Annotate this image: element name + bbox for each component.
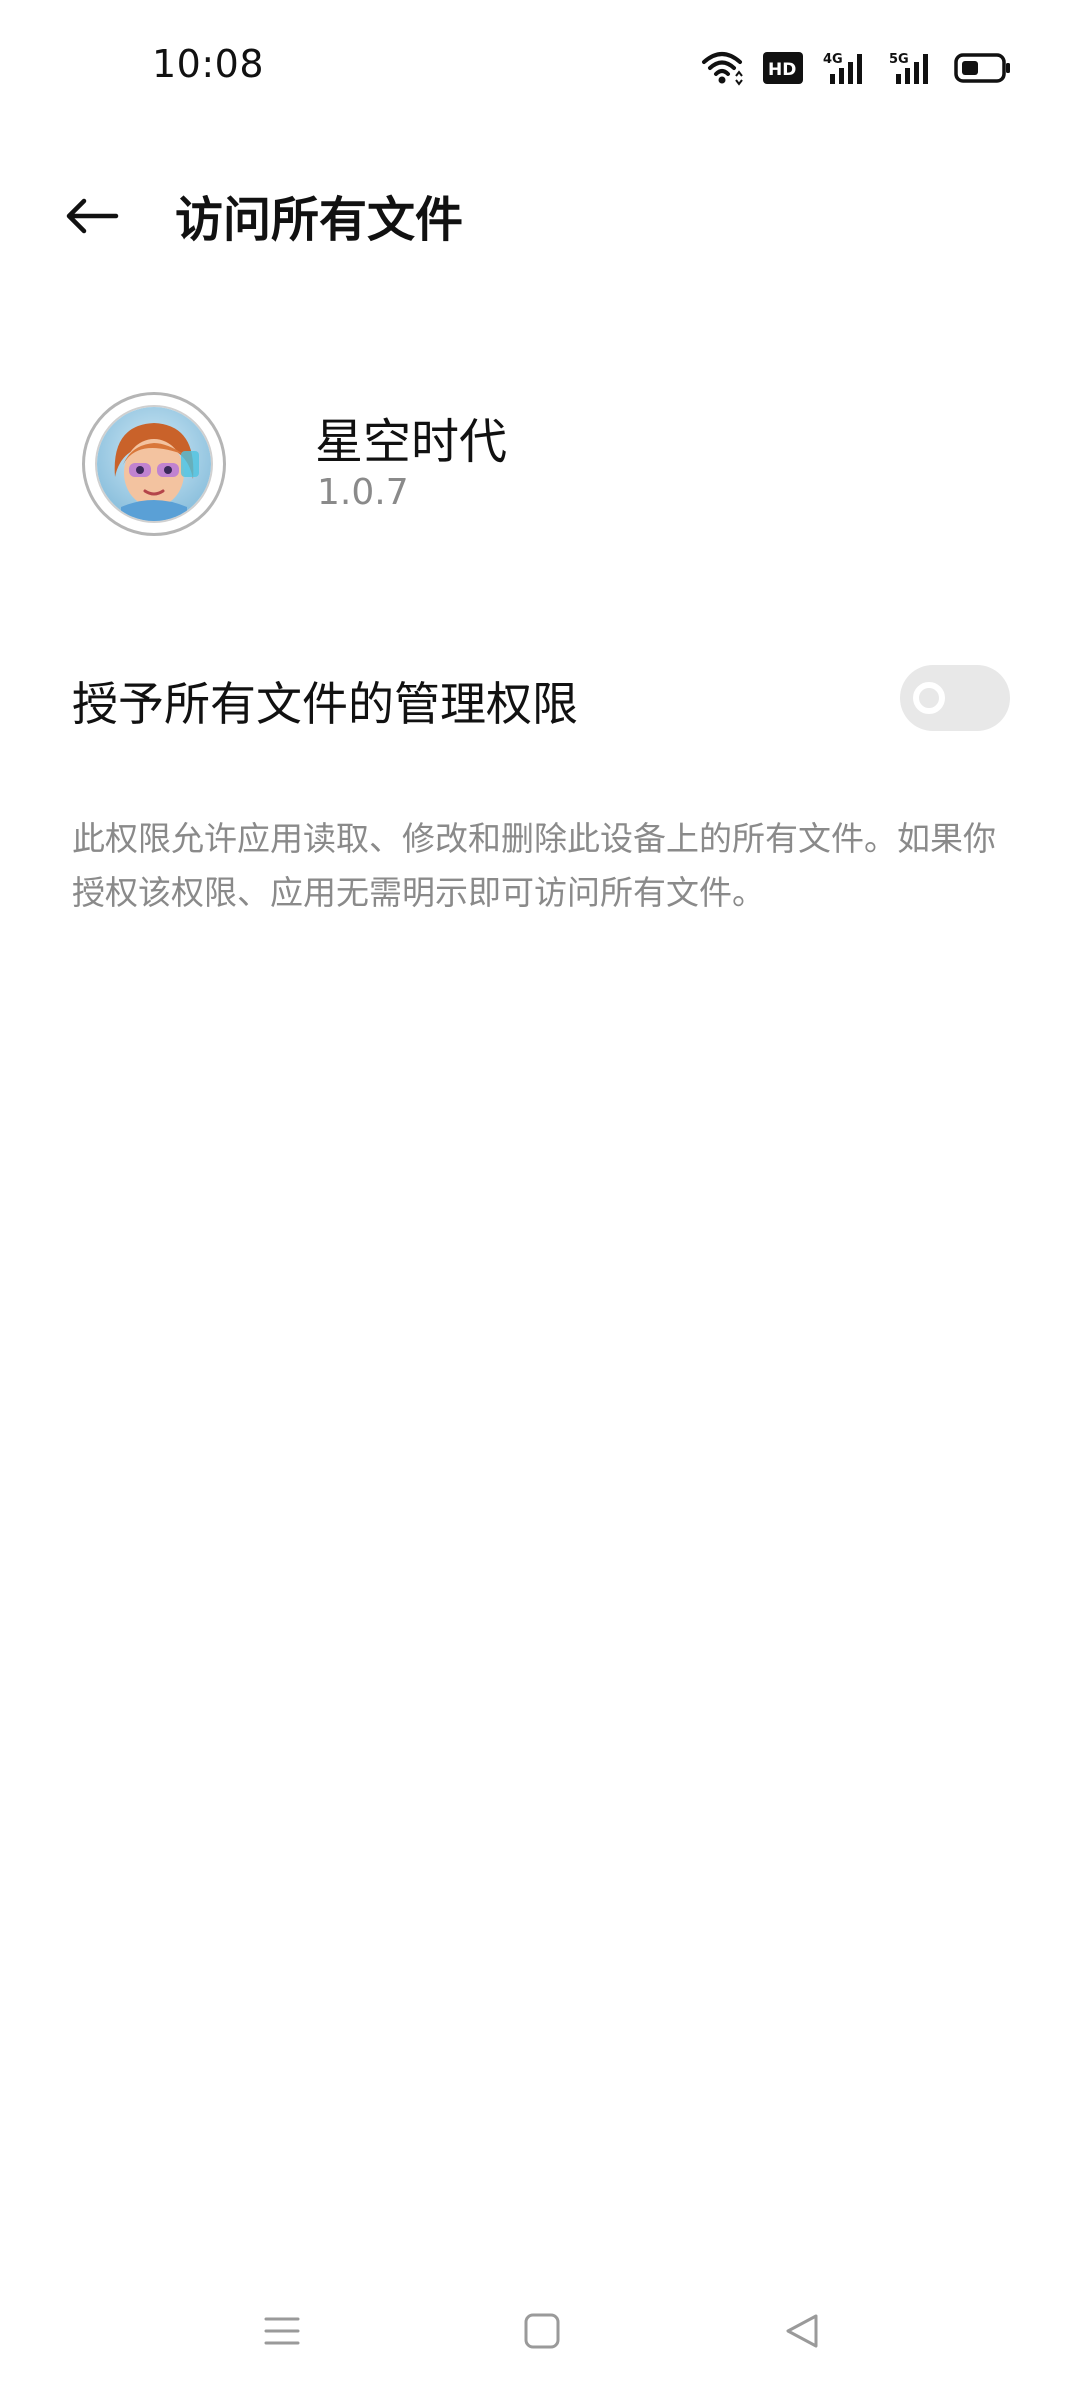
svg-text:HD: HD: [768, 60, 796, 80]
recent-apps-button[interactable]: [242, 2298, 322, 2368]
permission-toggle-switch[interactable]: [900, 665, 1010, 731]
app-name: 星空时代: [315, 414, 508, 470]
app-info: 星空时代 1.0.7: [0, 380, 1080, 560]
app-version: 1.0.7: [317, 472, 409, 513]
battery-icon: [954, 52, 1012, 84]
back-button[interactable]: [52, 178, 132, 258]
status-bar: 10:08 HD 4G 5G: [0, 0, 1080, 130]
arrow-left-icon: [64, 196, 120, 240]
navigation-bar: [0, 2290, 1080, 2380]
permission-toggle-row[interactable]: 授予所有文件的管理权限: [0, 650, 1080, 750]
hd-icon: HD: [762, 51, 804, 85]
app-bar: 访问所有文件: [0, 150, 1080, 280]
nav-back-button[interactable]: [762, 2298, 842, 2368]
4g-signal-icon: 4G: [822, 50, 870, 86]
app-icon: [82, 392, 226, 536]
page-title: 访问所有文件: [175, 192, 464, 248]
permission-description: 此权限允许应用读取、修改和删除此设备上的所有文件。如果你授权该权限、应用无需明示…: [72, 819, 996, 912]
back-triangle-icon: [782, 2311, 822, 2355]
svg-text:4G: 4G: [823, 52, 843, 67]
menu-icon: [262, 2311, 302, 2355]
5g-signal-icon: 5G: [888, 50, 936, 86]
svg-text:5G: 5G: [889, 52, 909, 67]
home-button[interactable]: [502, 2298, 582, 2368]
status-time: 10:08: [152, 42, 265, 86]
toggle-knob: [913, 682, 945, 714]
permission-label: 授予所有文件的管理权限: [72, 677, 578, 731]
wifi-icon: [700, 50, 744, 86]
app-avatar-image: [95, 405, 213, 523]
home-icon: [522, 2311, 562, 2355]
status-icons: HD 4G 5G: [700, 46, 1012, 90]
